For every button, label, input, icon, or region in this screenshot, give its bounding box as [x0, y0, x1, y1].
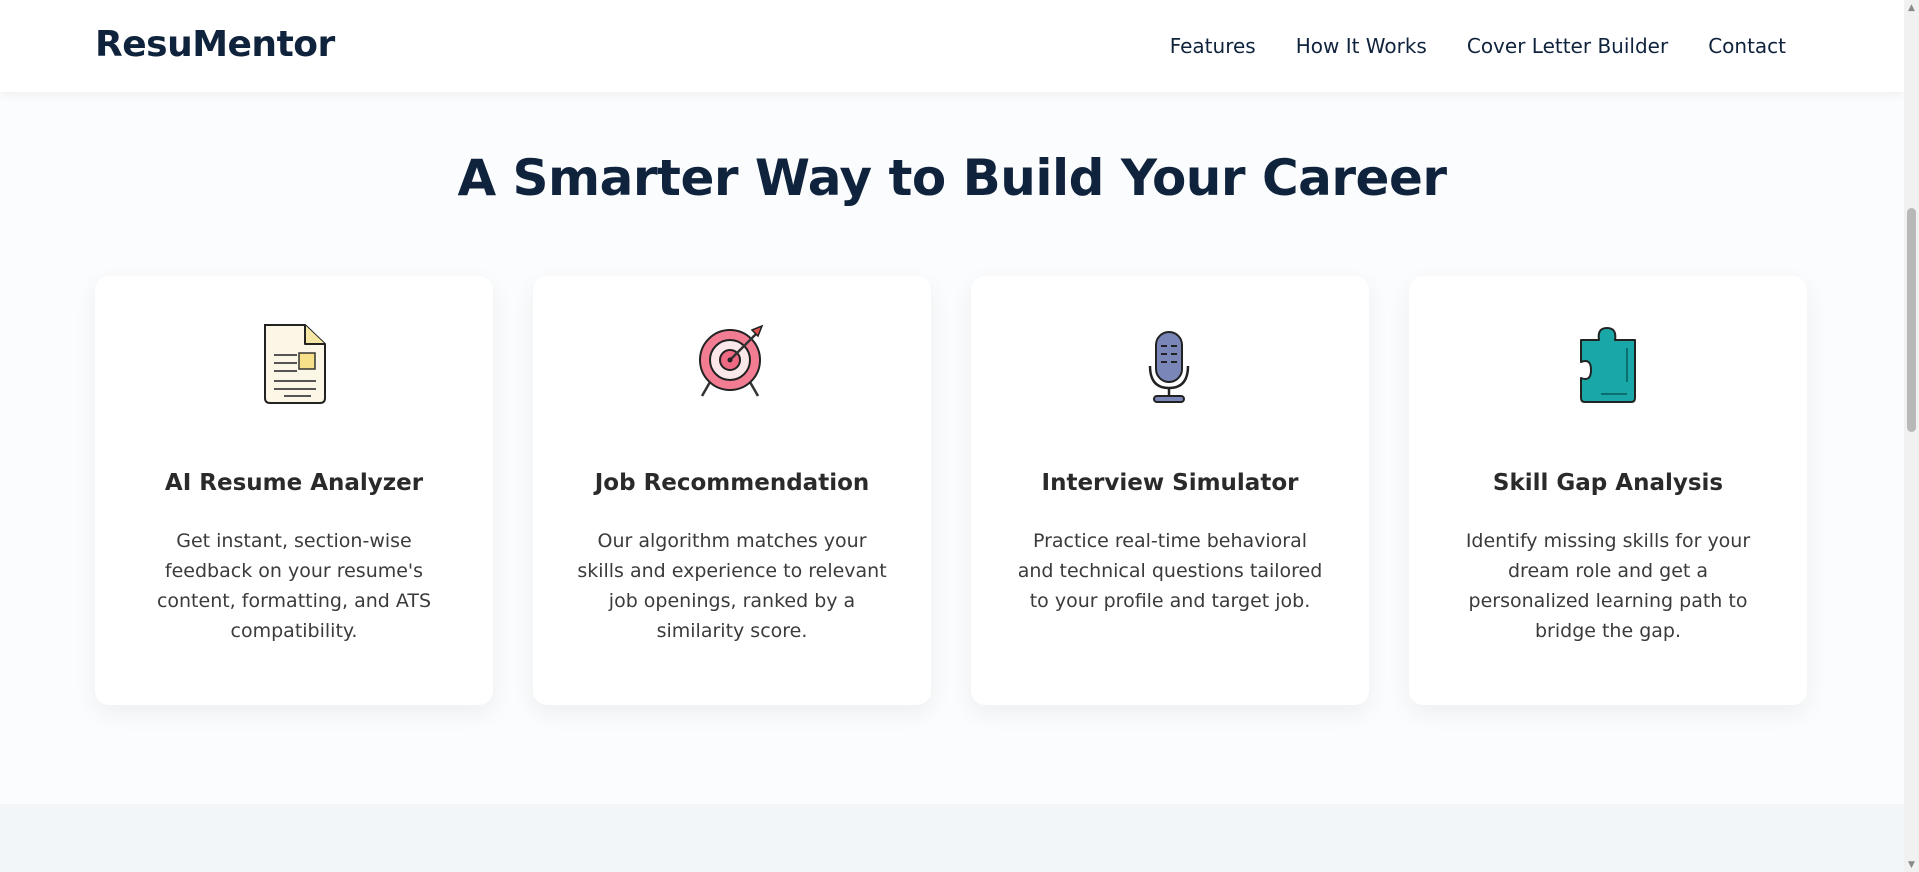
- card-title: Interview Simulator: [1041, 470, 1299, 496]
- card-description: Our algorithm matches your skills and ex…: [577, 530, 887, 642]
- nav-link-how-it-works[interactable]: How It Works: [1296, 34, 1427, 58]
- card-title: Skill Gap Analysis: [1492, 470, 1724, 496]
- nav-link-contact[interactable]: Contact: [1708, 34, 1786, 58]
- vertical-scrollbar[interactable]: ▲ ▼: [1904, 0, 1919, 872]
- card-description: Identify missing skills for your dream r…: [1465, 530, 1751, 642]
- nav-link-cover-letter-builder[interactable]: Cover Letter Builder: [1467, 34, 1668, 58]
- page: ResuMentor Features How It Works Cover L…: [0, 0, 1904, 872]
- puzzle-icon: [1409, 322, 1807, 412]
- scroll-up-icon[interactable]: ▲: [1904, 0, 1919, 15]
- scroll-down-icon[interactable]: ▼: [1904, 857, 1919, 872]
- feature-cards: AI Resume Analyzer Get instant, section-…: [95, 276, 1807, 705]
- site-header: ResuMentor Features How It Works Cover L…: [0, 0, 1904, 92]
- feature-card-job-recommendation: Job Recommendation Our algorithm matches…: [533, 276, 931, 705]
- document-icon: [95, 322, 493, 412]
- microphone-icon: [971, 322, 1369, 412]
- card-title: Job Recommendation: [594, 470, 870, 496]
- scrollbar-thumb[interactable]: [1907, 208, 1916, 432]
- main-nav: Features How It Works Cover Letter Build…: [1170, 34, 1786, 58]
- feature-card-resume-analyzer: AI Resume Analyzer Get instant, section-…: [95, 276, 493, 705]
- logo[interactable]: ResuMentor: [95, 24, 335, 65]
- features-section: A Smarter Way to Build Your Career AI Re…: [0, 92, 1904, 804]
- section-title: A Smarter Way to Build Your Career: [457, 149, 1447, 207]
- feature-card-interview-simulator: Interview Simulator Practice real-time b…: [971, 276, 1369, 705]
- target-icon: [533, 322, 931, 412]
- card-description: Practice real-time behavioral and techni…: [1017, 530, 1323, 612]
- feature-card-skill-gap-analysis: Skill Gap Analysis Identify missing skil…: [1409, 276, 1807, 705]
- card-description: Get instant, section-wise feedback on yo…: [156, 530, 432, 642]
- nav-link-features[interactable]: Features: [1170, 34, 1256, 58]
- card-title: AI Resume Analyzer: [164, 470, 424, 496]
- next-section-band: [0, 804, 1904, 872]
